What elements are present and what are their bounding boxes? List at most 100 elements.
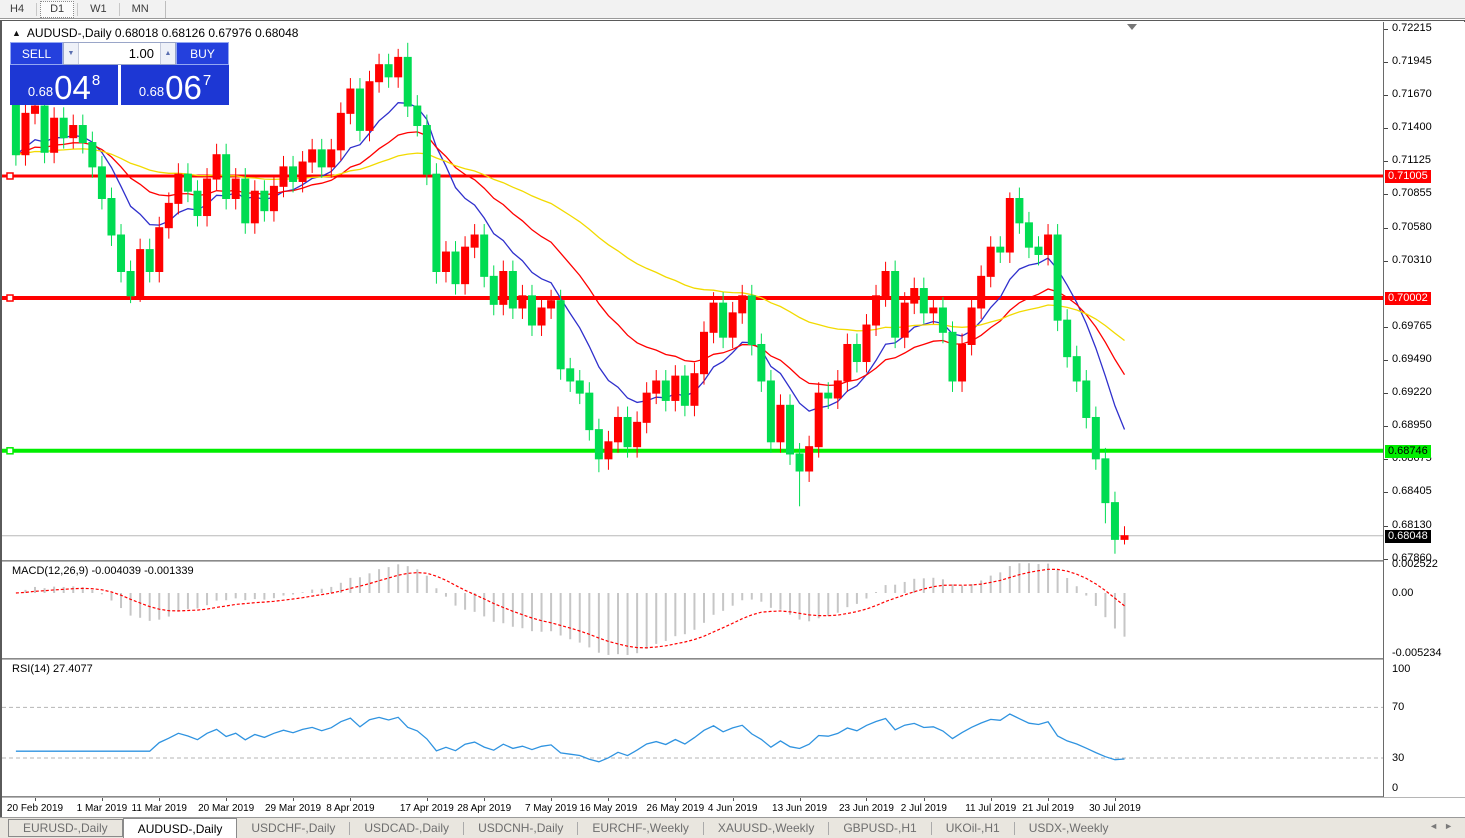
oneclick-trading-panel: SELL ▼ 1.00 ▲ BUY 0.68048 0.68067	[10, 42, 229, 105]
axis-tick-mark	[1384, 459, 1388, 460]
date-label: 13 Jun 2019	[772, 803, 827, 814]
date-tick-mark	[551, 798, 552, 801]
axis-tick-mark	[1384, 559, 1388, 560]
buy-price-big: 06	[165, 73, 202, 103]
toolbar-separator	[77, 3, 78, 16]
macd-pane[interactable]: MACD(12,26,9) -0.004039 -0.001339	[2, 562, 1383, 658]
date-label: 11 Jul 2019	[965, 803, 1016, 814]
chart-tab-usdchf-daily[interactable]: USDCHF-,Daily	[237, 818, 349, 838]
axis-tick-mark	[1384, 327, 1388, 328]
axis-tick-mark	[1384, 228, 1388, 229]
buy-button[interactable]: BUY	[176, 42, 229, 65]
date-tick-mark	[159, 798, 160, 801]
timeframe-button-d1[interactable]: D1	[40, 1, 74, 18]
rsi-axis-label: 100	[1392, 664, 1410, 675]
price-tick-label: 0.70310	[1392, 255, 1432, 266]
toolbar-separator	[119, 3, 120, 16]
sell-price-sup: 8	[92, 72, 100, 89]
date-label: 7 May 2019	[525, 803, 577, 814]
buy-price-frac: 0.68	[139, 84, 164, 99]
date-tick-mark	[1048, 798, 1049, 801]
price-level-tag: 0.68746	[1385, 445, 1431, 458]
toolbar-separator	[165, 1, 166, 18]
chart-tab-gbpusd-h1[interactable]: GBPUSD-,H1	[829, 818, 930, 838]
chart-tab-usdx-weekly[interactable]: USDX-,Weekly	[1015, 818, 1123, 838]
date-tick-mark	[226, 798, 227, 801]
macd-canvas	[2, 562, 1383, 658]
volume-decrease-icon[interactable]: ▼	[64, 43, 79, 64]
chart-window: MACD(12,26,9) -0.004039 -0.001339 RSI(14…	[0, 20, 1465, 817]
date-tick-mark	[733, 798, 734, 801]
macd-axis-label: -0.005234	[1392, 648, 1442, 659]
date-label: 30 Jul 2019	[1089, 803, 1141, 814]
date-label: 21 Jul 2019	[1022, 803, 1074, 814]
date-label: 16 May 2019	[580, 803, 638, 814]
axis-tick-mark	[1384, 360, 1388, 361]
axis-tick-mark	[1384, 261, 1388, 262]
rsi-pane[interactable]: RSI(14) 27.4077	[2, 660, 1383, 797]
date-tick-mark	[293, 798, 294, 801]
price-tick-label: 0.69765	[1392, 321, 1432, 332]
date-label: 2 Jul 2019	[901, 803, 947, 814]
symbol-header: ▲ AUDUSD-,Daily 0.68018 0.68126 0.67976 …	[12, 26, 298, 40]
price-tick-label: 0.71400	[1392, 122, 1432, 133]
date-tick-mark	[991, 798, 992, 801]
macd-axis-label: 0.002522	[1392, 559, 1438, 570]
chart-tab-xauusd-weekly[interactable]: XAUUSD-,Weekly	[704, 818, 828, 838]
price-level-tag: 0.70002	[1385, 292, 1431, 305]
timeframe-button-w1[interactable]: W1	[81, 1, 116, 18]
tab-scroll-right-icon[interactable]: ►	[1444, 821, 1459, 831]
chart-tab-ukoil-h1[interactable]: UKOil-,H1	[932, 818, 1014, 838]
mt4-chart-window: H4 D1 W1 MN MACD(12,26,9) -0.004039 -0.0…	[0, 0, 1465, 838]
timeframe-button-mn[interactable]: MN	[123, 1, 158, 18]
price-tick-label: 0.71945	[1392, 56, 1432, 67]
sell-price-frac: 0.68	[28, 84, 53, 99]
rsi-axis-label: 70	[1392, 702, 1404, 713]
price-tick-label: 0.68405	[1392, 486, 1432, 497]
date-tick-mark	[800, 798, 801, 801]
timeframe-button-h4[interactable]: H4	[1, 1, 33, 18]
oneclick-collapse-icon[interactable]: ▲	[12, 28, 21, 38]
date-tick-mark	[350, 798, 351, 801]
axis-tick-mark	[1384, 492, 1388, 493]
date-tick-mark	[102, 798, 103, 801]
chart-tab-bar: EURUSD-,DailyAUDUSD-,DailyUSDCHF-,DailyU…	[0, 817, 1465, 838]
date-label: 29 Mar 2019	[265, 803, 321, 814]
price-tick-label: 0.71125	[1392, 155, 1431, 166]
axis-tick-mark	[1384, 526, 1388, 527]
date-label: 11 Mar 2019	[132, 803, 187, 814]
chart-tab-usdcnh-daily[interactable]: USDCNH-,Daily	[464, 818, 577, 838]
price-tick-label: 0.72215	[1392, 23, 1432, 34]
sell-price-big: 04	[54, 73, 91, 103]
chart-tab-eurusd-daily[interactable]: EURUSD-,Daily	[8, 819, 123, 837]
volume-input[interactable]: 1.00	[79, 43, 160, 64]
volume-increase-icon[interactable]: ▲	[160, 43, 175, 64]
symbol-ohlc-text: AUDUSD-,Daily 0.68018 0.68126 0.67976 0.…	[27, 26, 299, 40]
date-tick-mark	[675, 798, 676, 801]
rsi-canvas	[2, 660, 1383, 797]
timeframe-toolbar: H4 D1 W1 MN	[0, 0, 1465, 19]
sell-button[interactable]: SELL	[10, 42, 63, 65]
price-tick-label: 0.71670	[1392, 89, 1432, 100]
price-level-tag: 0.68048	[1385, 530, 1431, 543]
axis-tick-mark	[1384, 161, 1388, 162]
date-tick-mark	[35, 798, 36, 801]
sell-price-display[interactable]: 0.68048	[10, 65, 118, 105]
date-axis[interactable]: 20 Feb 20191 Mar 201911 Mar 201920 Mar 2…	[2, 798, 1465, 817]
date-label: 20 Mar 2019	[198, 803, 254, 814]
tab-scroll-left-icon[interactable]: ◄	[1429, 821, 1444, 831]
chart-tab-audusd-daily[interactable]: AUDUSD-,Daily	[123, 818, 238, 838]
rsi-axis-label: 30	[1392, 753, 1404, 764]
chart-tab-eurchf-weekly[interactable]: EURCHF-,Weekly	[578, 818, 702, 838]
toolbar-separator	[36, 3, 37, 16]
price-axis[interactable]: 0.722150.719450.716700.714000.711250.708…	[1383, 22, 1465, 797]
axis-tick-mark	[1384, 426, 1388, 427]
buy-price-display[interactable]: 0.68067	[121, 65, 229, 105]
date-label: 1 Mar 2019	[77, 803, 128, 814]
price-tick-label: 0.68950	[1392, 420, 1432, 431]
axis-tick-mark	[1384, 95, 1388, 96]
tab-scroll-arrows[interactable]: ◄►	[1429, 821, 1459, 831]
date-tick-mark	[1115, 798, 1116, 801]
chart-tab-usdcad-daily[interactable]: USDCAD-,Daily	[350, 818, 463, 838]
axis-tick-mark	[1384, 29, 1388, 30]
